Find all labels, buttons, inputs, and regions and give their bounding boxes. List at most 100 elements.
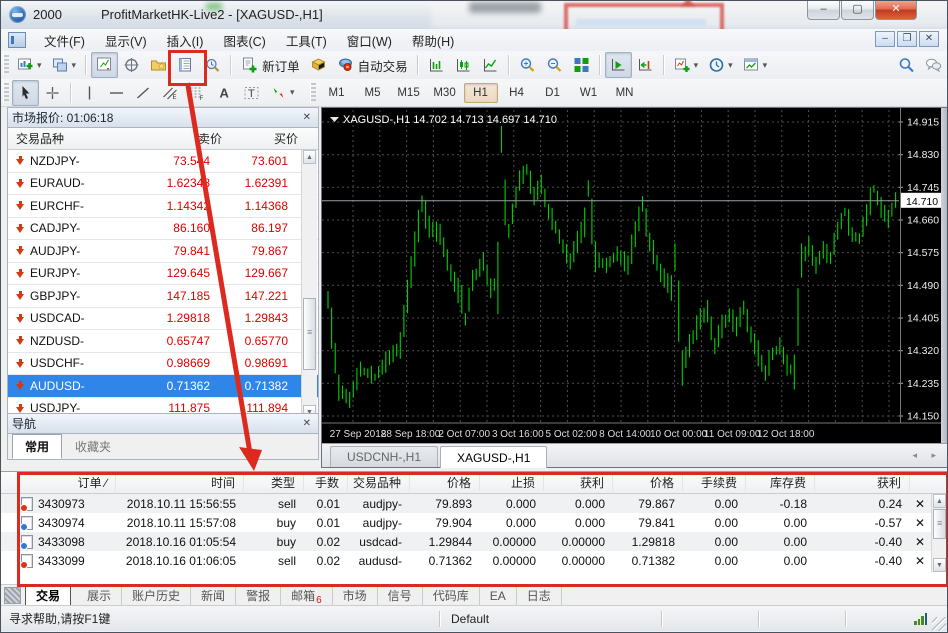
order-column-header[interactable]: 手续费 [683,474,746,491]
terminal-scrollbar[interactable]: ▲ ▼ [931,494,947,572]
market-watch-row[interactable]: EURJPY- 129.645 129.667 [8,263,318,285]
close-button[interactable]: ✕ [875,1,917,20]
terminal-tab[interactable]: 代码库 [423,585,480,606]
terminal-tab[interactable]: 市场 [333,585,378,606]
close-order-icon[interactable]: ✕ [910,516,930,530]
chart-scrollbar[interactable] [941,108,947,443]
mdi-minimize-button[interactable]: – [875,31,895,47]
timeframe-button[interactable]: M30 [428,83,462,103]
periods-button[interactable]: ▾ [703,52,738,78]
column-bid[interactable]: 卖价 [136,130,222,147]
data-window-button[interactable] [118,52,145,78]
market-watch-row[interactable]: NZDJPY- 73.544 73.601 [8,150,318,173]
timeframe-button[interactable]: MN [608,83,642,103]
timeframe-button[interactable]: M15 [392,83,426,103]
order-row[interactable]: 3433098 2018.10.16 01:05:54 buy 0.02 usd… [1,532,947,551]
market-watch-row[interactable]: GBPJPY- 147.185 147.221 [8,285,318,308]
indicators-button[interactable]: ▾ [669,52,704,78]
strategy-tester-button[interactable] [199,52,226,78]
market-watch-row[interactable]: EURAUD- 1.62348 1.62391 [8,173,318,195]
navigator-tab[interactable]: 常用 [12,434,63,459]
resize-grip[interactable] [932,617,946,631]
close-order-icon[interactable]: ✕ [910,554,930,568]
menu-item[interactable]: 窗口(W) [337,29,402,52]
dropdown-caret-icon[interactable]: ▾ [37,60,42,71]
terminal-tab[interactable]: 信号 [378,585,423,606]
line-chart-button[interactable] [477,52,504,78]
scrollbar-thumb[interactable] [303,298,316,370]
profiles-button[interactable]: ▾ [47,52,82,78]
menu-item[interactable]: 图表(C) [213,29,275,52]
minimize-button[interactable]: – [807,1,840,20]
hline-button[interactable] [103,80,130,106]
mdi-restore-button[interactable]: ❐ [897,31,917,47]
candlesticks-button[interactable] [450,52,477,78]
terminal-tab[interactable]: 新闻 [191,585,237,606]
order-column-header[interactable]: 时间 [116,474,244,491]
order-column-header[interactable]: 价格 [613,474,683,491]
terminal-tab[interactable]: 警报 [236,585,282,606]
navigator-tab[interactable]: 收藏夹 [62,434,124,459]
dropdown-caret-icon[interactable]: ▾ [728,60,733,71]
market-watch-row[interactable]: USDCAD- 1.29818 1.29843 [8,308,318,330]
price-chart[interactable]: 14.915 14.830 14.745 14.660 14.575 14.490 14.4… [322,108,943,443]
timeframe-button[interactable]: M5 [356,83,390,103]
navigator-button[interactable] [145,52,172,78]
market-watch-row[interactable]: NZDUSD- 0.65747 0.65770 [8,330,318,353]
dropdown-caret-icon[interactable]: ▾ [290,87,295,98]
menu-item[interactable]: 帮助(H) [402,29,464,52]
zoom-in-button[interactable] [514,52,541,78]
order-column-header[interactable]: 手数 [304,474,348,491]
market-watch-row[interactable]: EURCHF- 1.14342 1.14368 [8,195,318,218]
auto-scroll-button[interactable] [604,52,632,78]
market-watch-titlebar[interactable]: 市场报价: 01:06:18 ✕ [7,107,319,128]
order-column-header[interactable]: 库存费 [746,474,815,491]
menu-item[interactable]: 工具(T) [276,29,337,52]
autotrading-button[interactable]: 自动交易 [332,52,413,78]
toolbar-grip[interactable] [3,82,9,103]
order-column-header[interactable]: 订单 ∕ [21,474,116,491]
order-column-header[interactable]: 交易品种 [348,474,410,491]
close-icon[interactable]: ✕ [300,418,314,429]
new-chart-button[interactable]: ▾ [12,52,47,78]
channel-button[interactable]: E [157,80,184,106]
scroll-up-icon[interactable]: ▲ [933,494,946,508]
menu-item[interactable]: 插入(I) [157,29,214,52]
label-button[interactable]: T [238,80,265,106]
terminal-tab[interactable]: 交易 [25,584,72,607]
terminal-tab[interactable]: 邮箱6 [281,585,333,606]
timeframe-button[interactable]: H4 [500,83,534,103]
arrows-button[interactable]: ▾ [265,80,300,106]
scrollbar-thumb[interactable] [933,509,946,539]
order-column-header[interactable]: 获利 [544,474,613,491]
search-button[interactable] [893,52,920,78]
toolbar-grip[interactable] [309,82,316,103]
tile-windows-button[interactable] [568,52,595,78]
column-symbol[interactable]: 交易品种 [8,130,136,147]
chart-shift-button[interactable] [632,52,659,78]
tab-scroll-arrows-icon[interactable]: ◂ ▸ [912,450,942,461]
trendline-button[interactable] [130,80,157,106]
market-watch-row[interactable]: AUDJPY- 79.841 79.867 [8,240,318,263]
close-order-icon[interactable]: ✕ [910,497,930,511]
toolbar-grip[interactable] [3,55,9,75]
timeframe-button[interactable]: D1 [536,83,570,103]
order-column-header[interactable]: 价格 [410,474,480,491]
market-watch-row[interactable]: CADJPY- 86.160 86.197 [8,218,318,240]
column-ask[interactable]: 买价 [222,130,302,147]
order-row[interactable]: 3430974 2018.10.11 15:57:08 buy 0.01 aud… [1,513,947,532]
chart-tab[interactable]: XAGUSD-,H1 [440,446,548,468]
chart-window-icon[interactable] [8,32,26,48]
new-order-button[interactable]: 新订单 [236,52,305,78]
scroll-down-icon[interactable]: ▼ [933,558,946,572]
chart-tab[interactable]: USDCNH-,H1 [330,446,439,467]
cursor-button[interactable] [12,79,39,106]
menu-item[interactable]: 显示(V) [95,29,157,52]
order-row[interactable]: 3430973 2018.10.11 15:56:55 sell 0.01 au… [1,494,947,513]
order-column-header[interactable]: 止损 [480,474,544,491]
title-bar[interactable]: 2000 ProfitMarketHK-Live2 - [XAGUSD-,H1]… [1,1,947,30]
market-watch-button[interactable] [91,52,119,78]
vline-button[interactable] [76,80,103,106]
crosshair-button[interactable] [39,80,66,106]
timeframe-button[interactable]: H1 [463,82,498,103]
